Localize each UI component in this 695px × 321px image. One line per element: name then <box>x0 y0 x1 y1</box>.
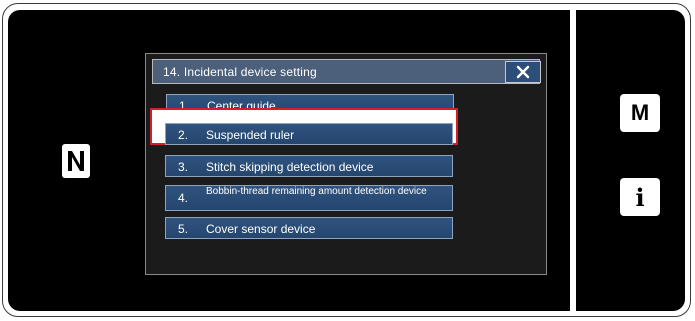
incidental-device-dialog: 14. Incidental device setting 1. Center … <box>145 53 547 275</box>
nfc-icon <box>62 144 90 178</box>
close-icon <box>516 65 530 79</box>
close-button[interactable] <box>505 61 541 83</box>
selected-item-highlight <box>150 108 458 145</box>
mode-button[interactable]: M <box>620 94 660 132</box>
main-screen: 14. Incidental device setting 1. Center … <box>8 10 570 311</box>
dialog-titlebar: 14. Incidental device setting <box>152 59 541 84</box>
dialog-title: 14. Incidental device setting <box>163 65 317 79</box>
info-button[interactable]: i <box>620 178 660 216</box>
side-panel: M i <box>576 10 685 311</box>
